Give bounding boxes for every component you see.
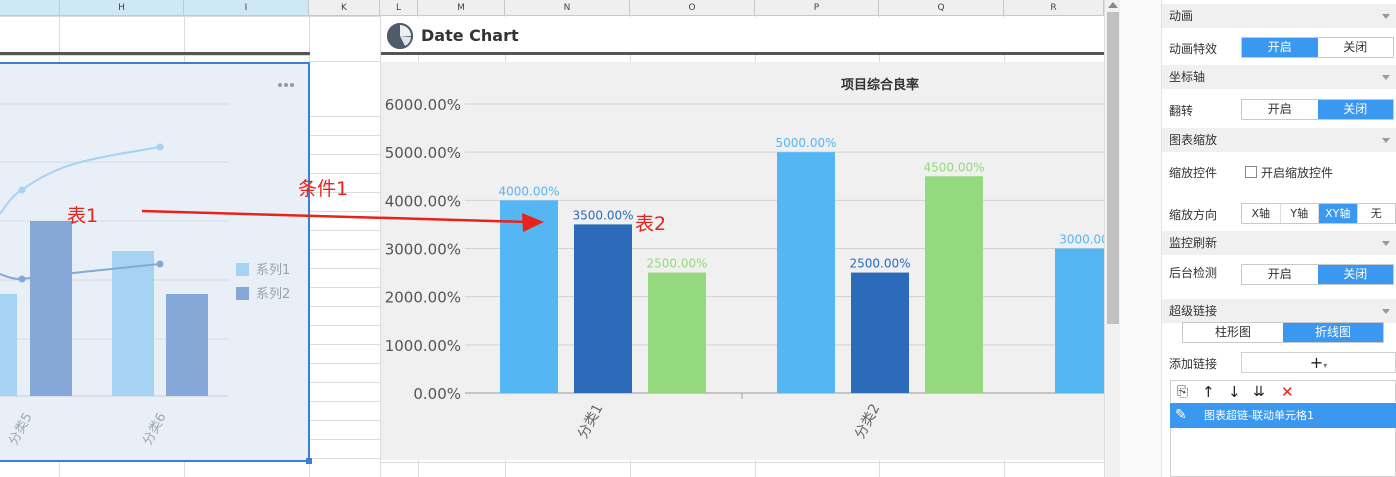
add-link-button[interactable]: +▾ <box>1241 352 1396 373</box>
vertical-scrollbar[interactable] <box>1104 0 1120 477</box>
zoom-dir-none[interactable]: 无 <box>1357 204 1395 223</box>
scrollbar-thumb[interactable] <box>1107 12 1119 324</box>
arrow-down-icon[interactable]: ↓ <box>1228 383 1241 401</box>
section-animation[interactable]: 动画 <box>1162 4 1396 28</box>
move-bottom-icon[interactable]: ⇊ <box>1253 383 1265 401</box>
arrow-up-icon[interactable]: ↑ <box>1202 383 1215 401</box>
hyperlink-list[interactable] <box>1170 428 1396 477</box>
label-zoom-control: 缩放控件 <box>1169 166 1218 180</box>
collapse-icon[interactable] <box>1382 138 1390 143</box>
section-title: 监控刷新 <box>1169 236 1218 250</box>
edit-pencil-icon[interactable]: ✎ <box>1175 403 1187 428</box>
toggle-off-button[interactable]: 关闭 <box>1317 100 1393 119</box>
background-check-toggle[interactable]: 开启 关闭 <box>1241 264 1394 285</box>
delete-icon[interactable]: ✕ <box>1281 383 1294 401</box>
zoom-direction-selector[interactable]: X轴 Y轴 XY轴 无 <box>1241 203 1396 224</box>
annotation-arrow <box>141 209 544 232</box>
label-background-check: 后台检测 <box>1169 266 1218 280</box>
section-zoom[interactable]: 图表缩放 <box>1162 128 1396 152</box>
hyperlink-list-item[interactable]: ✎ 图表超链-联动单元格1 <box>1170 403 1396 428</box>
zoom-dir-y[interactable]: Y轴 <box>1280 204 1319 223</box>
zoom-control-checkbox-label: 开启缩放控件 <box>1261 166 1334 180</box>
dropdown-caret-icon: ▾ <box>1323 361 1328 370</box>
plus-icon: + <box>1309 353 1324 372</box>
section-title: 图表缩放 <box>1169 133 1218 147</box>
toggle-off-button[interactable]: 关闭 <box>1317 38 1393 57</box>
section-title: 坐标轴 <box>1169 70 1206 84</box>
app-root: H I K L M N O P Q R Date Chart 系列1 系列2 分… <box>0 0 1396 477</box>
hyperlink-item-label: 图表超链-联动单元格1 <box>1204 409 1314 422</box>
section-title: 超级链接 <box>1169 304 1218 318</box>
link-toolbar: ⎘ ↑ ↓ ⇊ ✕ <box>1170 380 1396 402</box>
section-title: 动画 <box>1169 9 1194 23</box>
chart-type-tabs[interactable]: 柱形图 折线图 <box>1182 322 1384 343</box>
collapse-icon[interactable] <box>1382 75 1390 80</box>
copy-icon[interactable]: ⎘ <box>1177 383 1188 401</box>
chart-properties-panel: 动画 动画特效 开启 关闭 坐标轴 翻转 开启 关闭 图表缩放 缩放控件 开启缩… <box>1162 0 1396 477</box>
toggle-on-button[interactable]: 开启 <box>1242 265 1318 284</box>
toggle-off-button[interactable]: 关闭 <box>1317 265 1393 284</box>
label-zoom-direction: 缩放方向 <box>1169 208 1218 222</box>
section-hyperlink[interactable]: 超级链接 <box>1162 299 1396 323</box>
toggle-on-button[interactable]: 开启 <box>1242 100 1318 119</box>
tab-bar-chart[interactable]: 柱形图 <box>1183 323 1283 342</box>
zoom-control-checkbox[interactable] <box>1245 166 1257 178</box>
collapse-icon[interactable] <box>1382 309 1390 314</box>
label-anim-effect: 动画特效 <box>1169 42 1218 56</box>
label-add-link: 添加链接 <box>1169 357 1218 371</box>
flip-toggle[interactable]: 开启 关闭 <box>1241 99 1394 120</box>
tab-line-chart[interactable]: 折线图 <box>1283 323 1383 342</box>
section-axis[interactable]: 坐标轴 <box>1162 65 1396 89</box>
collapse-icon[interactable] <box>1382 241 1390 246</box>
collapse-icon[interactable] <box>1382 14 1390 19</box>
zoom-dir-x[interactable]: X轴 <box>1242 204 1281 223</box>
label-flip: 翻转 <box>1169 104 1194 118</box>
section-refresh[interactable]: 监控刷新 <box>1162 231 1396 255</box>
anim-effect-toggle[interactable]: 开启 关闭 <box>1241 37 1394 58</box>
scroll-up-icon[interactable] <box>1108 2 1118 8</box>
toggle-on-button[interactable]: 开启 <box>1242 38 1318 57</box>
panel-gutter <box>1120 0 1162 477</box>
zoom-dir-xy[interactable]: XY轴 <box>1319 204 1358 223</box>
